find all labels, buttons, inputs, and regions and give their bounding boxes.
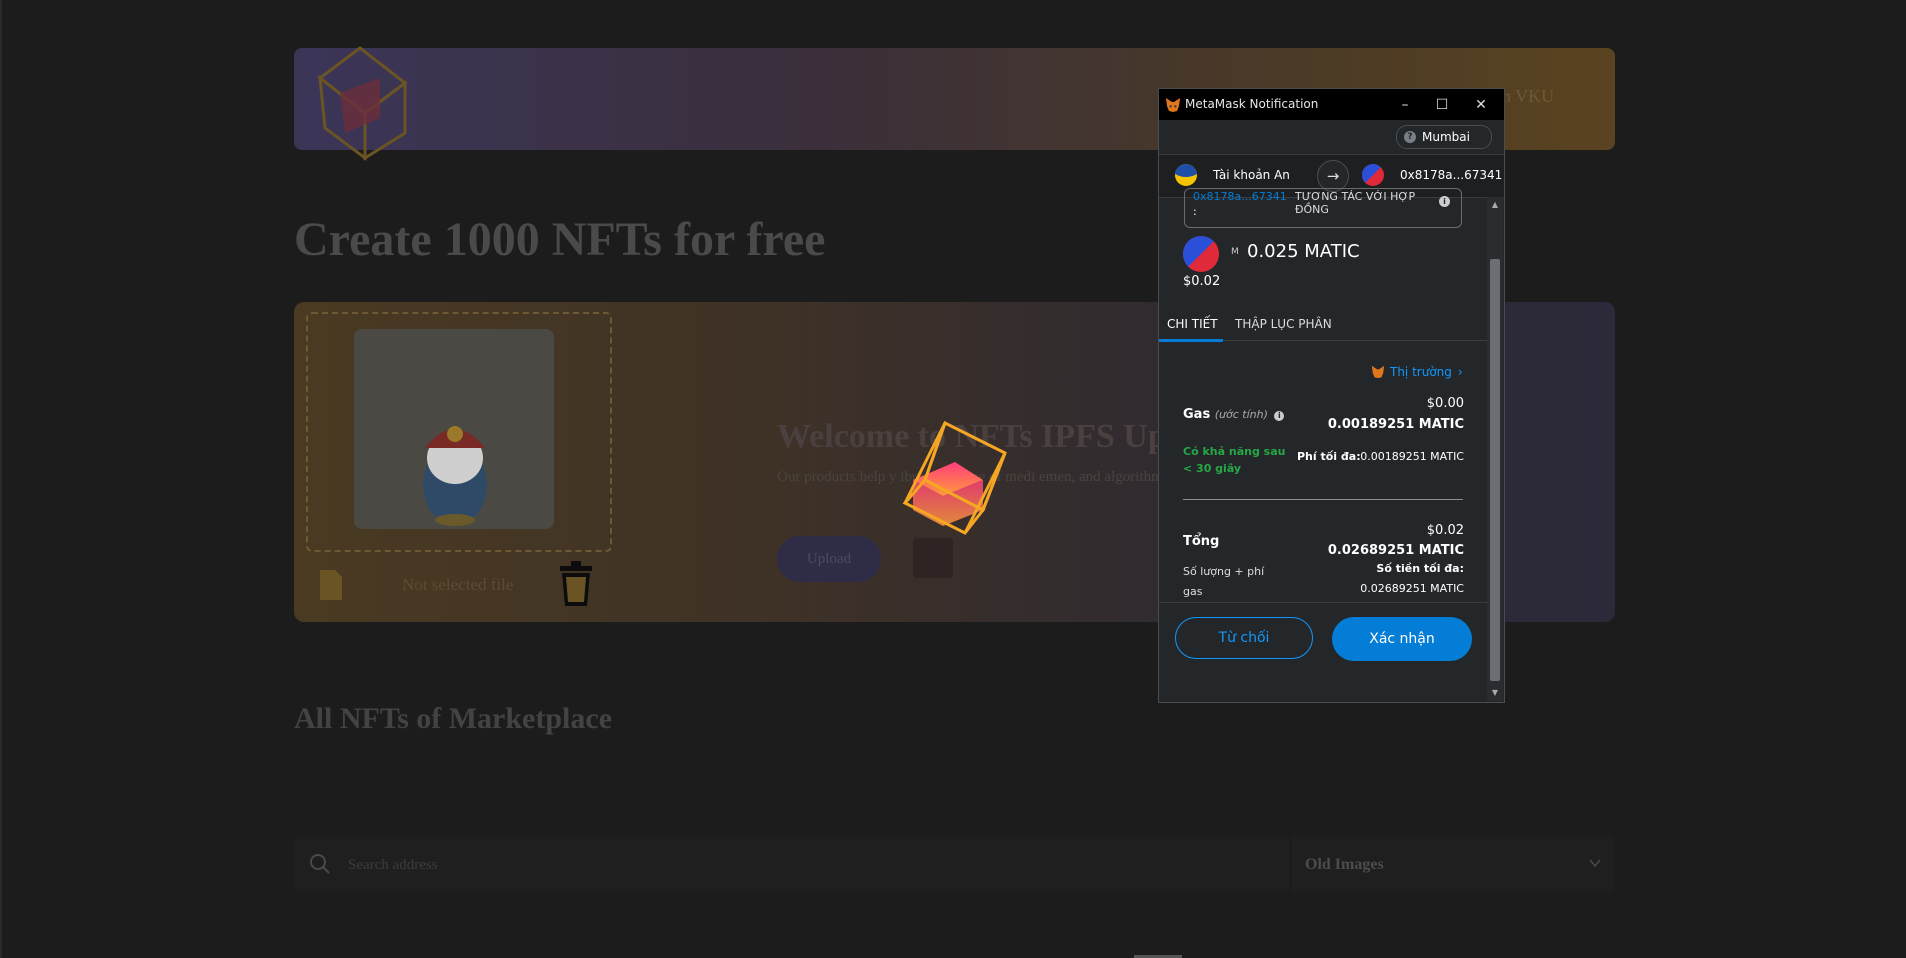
- total-usd: $0.02: [1426, 523, 1464, 538]
- token-icon: [1183, 236, 1219, 272]
- transfer-amount: 0.025 MATIC: [1247, 241, 1360, 262]
- tab-details[interactable]: CHI TIẾT: [1167, 317, 1218, 331]
- transfer-amount-usd: $0.02: [1183, 274, 1221, 289]
- metamask-window: MetaMask Notification – ☐ ✕ ? Mumbai Tài…: [1158, 88, 1505, 703]
- account-avatar: [1175, 164, 1197, 186]
- confirm-button[interactable]: Xác nhận: [1332, 617, 1472, 661]
- max-fee-label: Phí tối đa:: [1297, 450, 1361, 463]
- market-link-label: Thị trường: [1390, 365, 1452, 379]
- divider: [1183, 499, 1463, 500]
- chevron-down-icon: [1589, 859, 1601, 868]
- upload-button[interactable]: Upload: [777, 536, 881, 582]
- network-badge[interactable]: ? Mumbai: [1396, 125, 1492, 149]
- penguin-image: [423, 426, 487, 526]
- close-icon[interactable]: ✕: [1465, 93, 1497, 117]
- sort-select-value: Old Images: [1305, 856, 1384, 873]
- max-amount-value: 0.02689251 MATIC: [1360, 582, 1464, 595]
- token-symbol: M: [1231, 247, 1239, 257]
- scroll-down-icon[interactable]: ▼: [1490, 688, 1500, 698]
- scroll-up-icon[interactable]: ▲: [1490, 200, 1500, 210]
- transaction-type: TƯƠNG TÁC VỚI HỢP ĐỒNG: [1295, 190, 1416, 216]
- minimize-icon[interactable]: –: [1389, 93, 1421, 117]
- loading-cube-icon: [902, 420, 1007, 535]
- dapp-page: uyen VKU Create 1000 NFTs for free Not s…: [0, 0, 1906, 958]
- gas-label-text: Gas: [1183, 407, 1211, 422]
- gas-fee-matic: 0.00189251 MATIC: [1327, 417, 1464, 432]
- gas-estimate-note: (ước tính): [1214, 408, 1268, 421]
- network-name: Mumbai: [1422, 130, 1470, 144]
- gas-label: Gas (ước tính) i: [1183, 407, 1285, 422]
- origin-separator: :: [1193, 205, 1197, 218]
- trash-icon[interactable]: [556, 560, 596, 608]
- footer-divider: [1159, 602, 1487, 603]
- help-icon: ?: [1404, 131, 1416, 143]
- thumbnail-image: [913, 538, 953, 578]
- metamask-fox-icon: [1166, 98, 1180, 112]
- maximize-icon[interactable]: ☐: [1426, 93, 1458, 117]
- active-tab-indicator: [1159, 339, 1223, 342]
- info-icon[interactable]: i: [1439, 196, 1450, 207]
- chevron-right-icon: ›: [1457, 365, 1463, 379]
- to-account[interactable]: 0x8178a...67341: [1400, 168, 1502, 182]
- file-icon[interactable]: [318, 568, 344, 602]
- reject-button[interactable]: Từ chối: [1175, 617, 1313, 659]
- tab-hex-data[interactable]: THẬP LỤC PHÂN: [1235, 317, 1332, 331]
- search-input[interactable]: [346, 854, 1050, 876]
- max-amount-label: Số tiền tối đa:: [1376, 562, 1464, 575]
- gas-info-icon[interactable]: i: [1274, 410, 1285, 421]
- window-title: MetaMask Notification: [1185, 97, 1319, 111]
- total-matic: 0.02689251 MATIC: [1327, 543, 1464, 558]
- max-fee-value: 0.00189251 MATIC: [1360, 450, 1464, 463]
- gas-fee-usd: $0.00: [1426, 396, 1464, 411]
- cube-logo-icon[interactable]: [300, 38, 420, 168]
- amount-plus-gas-label: Số lượng + phí gas: [1183, 565, 1265, 598]
- section-title: All NFTs of Marketplace: [294, 702, 613, 735]
- page-title: Create 1000 NFTs for free: [294, 213, 826, 266]
- recipient-avatar: [1362, 164, 1384, 186]
- total-label: Tổng: [1183, 534, 1220, 549]
- from-account[interactable]: Tài khoản An: [1213, 168, 1290, 182]
- scrollbar-thumb[interactable]: [1490, 259, 1500, 681]
- gas-timing: Có khả năng sau < 30 giây: [1183, 445, 1286, 475]
- origin-address[interactable]: 0x8178a...67341: [1193, 190, 1293, 203]
- search-icon: [310, 854, 330, 874]
- window-edge: [0, 0, 2, 958]
- file-status: Not selected file: [402, 575, 514, 594]
- market-link[interactable]: Thị trường ›: [1371, 365, 1463, 379]
- fox-icon: [1371, 365, 1385, 379]
